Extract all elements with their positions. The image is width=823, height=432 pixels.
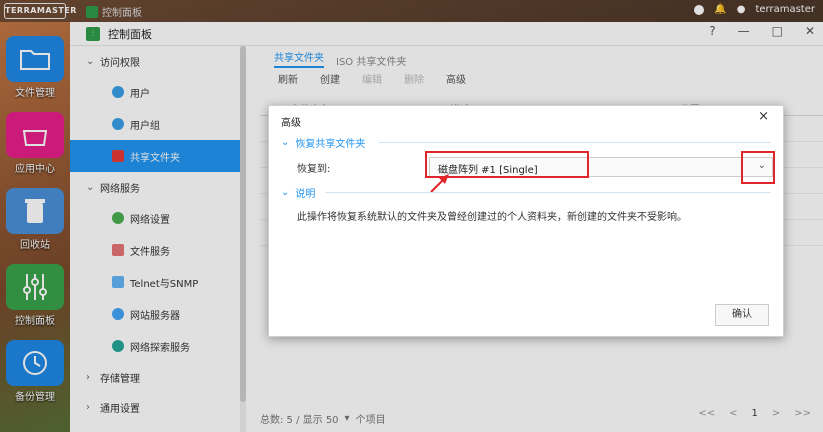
section-divider <box>325 192 771 193</box>
chevron-down-icon: ⌄ <box>281 136 290 148</box>
description-text: 此操作将恢复系统默认的文件夹及曾经创建过的个人资料夹，新创建的文件夹不受影响。 <box>297 212 687 223</box>
dialog-title: 高级 <box>281 118 301 129</box>
confirm-button[interactable]: 确认 <box>715 304 769 326</box>
section-title: 恢复共享文件夹 <box>295 138 366 150</box>
advanced-dialog: 高级 × ⌄ 恢复共享文件夹 恢复到: 磁盘阵列 #1 [Single] ⌄ ⌄… <box>268 105 784 337</box>
section-title: 说明 <box>295 188 316 200</box>
section-divider <box>379 142 771 143</box>
dialog-close-button[interactable]: × <box>758 109 769 124</box>
section-description[interactable]: ⌄ 说明 <box>281 184 773 200</box>
chevron-down-icon: ⌄ <box>281 186 290 198</box>
highlight-box <box>741 151 775 184</box>
section-restore-shared-folder[interactable]: ⌄ 恢复共享文件夹 <box>281 134 773 150</box>
restore-to-label: 恢复到: <box>297 164 331 175</box>
